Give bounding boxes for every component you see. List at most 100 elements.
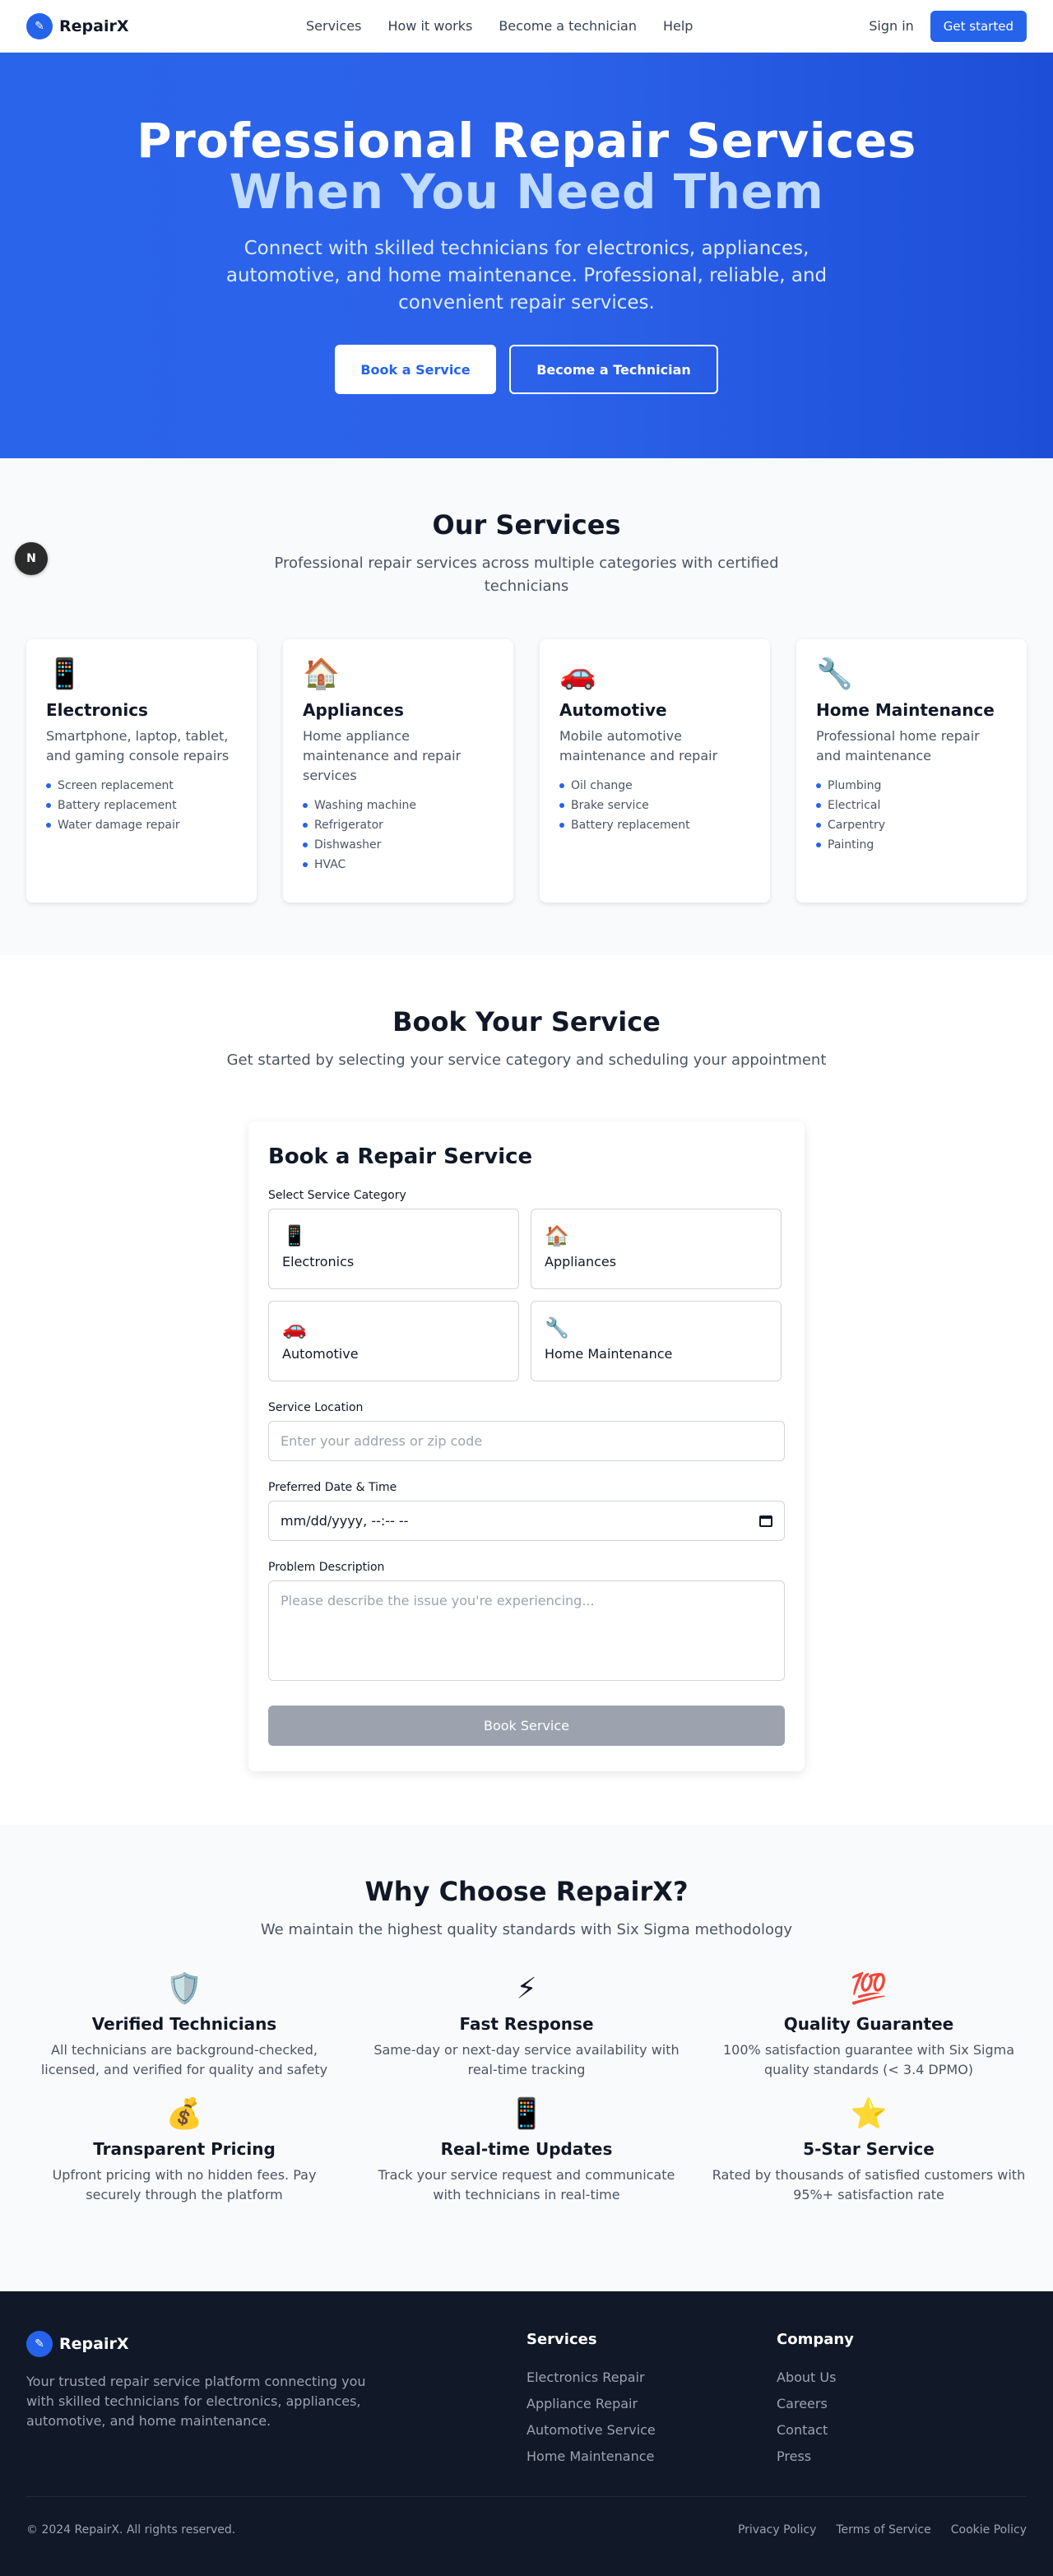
footer-link-contact[interactable]: Contact	[777, 2417, 1027, 2444]
footer-company-column: Company About Us Careers Contact Press	[777, 2331, 1027, 2470]
datetime-input[interactable]: mm/dd/yyyy, --:-- --	[268, 1501, 785, 1541]
house-icon: 🏠	[303, 657, 340, 691]
card-feature-list: Oil change Brake service Battery replace…	[559, 776, 750, 835]
footer-logo[interactable]: ✎ RepairX	[26, 2331, 526, 2357]
legal-links: Privacy Policy Terms of Service Cookie P…	[738, 2523, 1027, 2537]
floating-n-badge[interactable]: N	[15, 542, 48, 575]
footer-link-appliance-repair[interactable]: Appliance Repair	[526, 2391, 777, 2417]
feature-title: Real-time Updates	[440, 2139, 613, 2159]
datetime-label: Preferred Date & Time	[268, 1481, 397, 1494]
footer-services-list: Electronics Repair Appliance Repair Auto…	[526, 2365, 777, 2470]
list-item: Plumbing	[816, 776, 1007, 796]
card-description: Home appliance maintenance and repair se…	[303, 728, 462, 783]
list-item: Brake service	[559, 796, 750, 815]
privacy-policy-link[interactable]: Privacy Policy	[738, 2523, 816, 2537]
wrench-icon: 🔧	[816, 657, 853, 691]
footer-link-automotive-service[interactable]: Automotive Service	[526, 2417, 777, 2444]
list-item: Battery replacement	[559, 815, 750, 835]
nav-link-services[interactable]: Services	[306, 18, 361, 34]
category-option-appliances[interactable]: 🏠 Appliances	[531, 1209, 782, 1289]
card-description: Professional home repair and maintenance	[816, 728, 980, 764]
list-item: Painting	[816, 835, 1007, 855]
hero-title-line2: When You Need Them	[229, 164, 824, 220]
card-feature-list: Plumbing Electrical Carpentry Painting	[816, 776, 1007, 855]
services-title: Our Services	[432, 509, 621, 541]
book-title: Book Your Service	[392, 1006, 661, 1037]
footer-link-electronics-repair[interactable]: Electronics Repair	[526, 2365, 777, 2391]
list-item: Electrical	[816, 796, 1007, 815]
list-item: Dishwasher	[303, 835, 494, 855]
card-title: Appliances	[303, 700, 404, 720]
calendar-icon[interactable]	[759, 1515, 772, 1527]
phone-icon: 📱	[282, 1224, 307, 1247]
lightning-icon: ⚡	[516, 1972, 537, 2006]
feature-title: Transparent Pricing	[93, 2139, 276, 2159]
money-bag-icon: 💰	[165, 2097, 203, 2131]
why-section: Why Choose RepairX? We maintain the high…	[0, 1825, 1053, 2291]
footer-services-column: Services Electronics Repair Appliance Re…	[526, 2331, 777, 2470]
sign-in-link[interactable]: Sign in	[869, 18, 914, 34]
card-feature-list: Washing machine Refrigerator Dishwasher …	[303, 796, 494, 875]
hero-section: Professional Repair Services When You Ne…	[0, 53, 1053, 458]
car-icon: 🚗	[559, 657, 596, 691]
hero-subtitle: Connect with skilled technicians for ele…	[225, 238, 828, 313]
service-card-electronics[interactable]: 📱 Electronics Smartphone, laptop, tablet…	[26, 639, 257, 903]
nav-link-help[interactable]: Help	[663, 18, 693, 34]
category-label-text: Appliances	[545, 1254, 617, 1269]
footer-link-about[interactable]: About Us	[777, 2365, 1027, 2391]
location-input[interactable]: Enter your address or zip code	[268, 1421, 785, 1461]
card-title: Automotive	[559, 700, 667, 720]
category-option-home-maintenance[interactable]: 🔧 Home Maintenance	[531, 1301, 782, 1381]
list-item: Oil change	[559, 776, 750, 796]
feature-description: Upfront pricing with no hidden fees. Pay…	[52, 2167, 317, 2202]
terms-link[interactable]: Terms of Service	[836, 2523, 930, 2537]
feature-title: Verified Technicians	[91, 2014, 277, 2034]
book-section: Book Your Service Get started by selecti…	[0, 955, 1053, 1825]
get-started-button[interactable]: Get started	[930, 10, 1027, 42]
feature-quality-guarantee: 💯 Quality Guarantee 100% satisfaction gu…	[711, 1971, 1027, 2080]
card-title: Electronics	[46, 700, 148, 720]
category-label-text: Automotive	[282, 1346, 359, 1362]
category-option-electronics[interactable]: 📱 Electronics	[268, 1209, 519, 1289]
cookie-policy-link[interactable]: Cookie Policy	[951, 2523, 1027, 2537]
description-textarea[interactable]: Please describe the issue you're experie…	[268, 1580, 785, 1681]
list-item: Carpentry	[816, 815, 1007, 835]
list-item: Screen replacement	[46, 776, 237, 796]
location-label: Service Location	[268, 1401, 364, 1414]
footer-link-home-maintenance[interactable]: Home Maintenance	[526, 2444, 777, 2470]
book-service-button[interactable]: Book a Service	[335, 345, 496, 394]
why-title: Why Choose RepairX?	[364, 1876, 689, 1907]
footer-brand: ✎ RepairX Your trusted repair service pl…	[26, 2331, 526, 2470]
nav-link-how-it-works[interactable]: How it works	[387, 18, 472, 34]
card-title: Home Maintenance	[816, 700, 995, 720]
become-technician-button[interactable]: Become a Technician	[509, 345, 718, 394]
footer-company-title: Company	[777, 2331, 854, 2348]
category-option-automotive[interactable]: 🚗 Automotive	[268, 1301, 519, 1381]
service-card-home-maintenance[interactable]: 🔧 Home Maintenance Professional home rep…	[796, 639, 1027, 903]
nav-link-become-technician[interactable]: Become a technician	[499, 18, 637, 34]
feature-grid: 🛡️ Verified Technicians All technicians …	[0, 1971, 1053, 2205]
service-cards: 📱 Electronics Smartphone, laptop, tablet…	[0, 639, 1053, 903]
feature-description: All technicians are background-checked, …	[40, 2042, 328, 2077]
book-service-submit-button[interactable]: Book Service	[268, 1706, 785, 1746]
feature-title: 5-Star Service	[803, 2139, 935, 2159]
feature-five-star: ⭐ 5-Star Service Rated by thousands of s…	[711, 2096, 1027, 2205]
footer-top: ✎ RepairX Your trusted repair service pl…	[26, 2331, 1027, 2470]
car-icon: 🚗	[282, 1316, 307, 1339]
datetime-value: mm/dd/yyyy, --:-- --	[281, 1513, 409, 1529]
book-subtitle: Get started by selecting your service ca…	[226, 1051, 827, 1069]
brand-logo[interactable]: ✎ RepairX	[26, 12, 128, 39]
feature-fast-response: ⚡ Fast Response Same-day or next-day ser…	[369, 1971, 684, 2080]
feature-description: Same-day or next-day service availabilit…	[373, 2042, 680, 2077]
category-label-text: Home Maintenance	[545, 1346, 673, 1362]
footer-link-careers[interactable]: Careers	[777, 2391, 1027, 2417]
wrench-icon: ✎	[26, 2331, 53, 2357]
service-card-automotive[interactable]: 🚗 Automotive Mobile automotive maintenan…	[540, 639, 770, 903]
services-subtitle: Professional repair services across mult…	[274, 555, 779, 595]
service-card-appliances[interactable]: 🏠 Appliances Home appliance maintenance …	[283, 639, 513, 903]
footer-link-press[interactable]: Press	[777, 2444, 1027, 2470]
star-icon: ⭐	[850, 2097, 888, 2131]
why-subtitle: We maintain the highest quality standard…	[260, 1921, 793, 1938]
hero-title: Professional Repair Services When You Ne…	[0, 115, 1053, 217]
feature-transparent-pricing: 💰 Transparent Pricing Upfront pricing wi…	[26, 2096, 342, 2205]
